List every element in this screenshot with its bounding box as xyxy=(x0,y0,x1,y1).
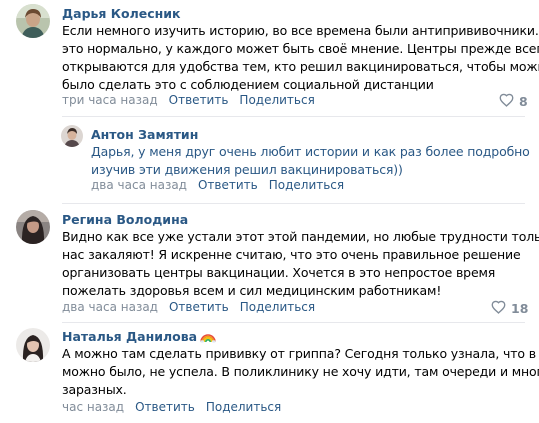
reply-button[interactable]: Ответить xyxy=(169,300,229,314)
comment-text: Если немного изучить историю, во все вре… xyxy=(62,22,539,94)
comment-author[interactable]: Антон Замятин xyxy=(91,127,198,142)
reply-button[interactable]: Ответить xyxy=(169,93,229,107)
comment-author[interactable]: Дарья Колесник xyxy=(62,6,181,21)
comment-line: Видно как все уже устали этот этой панде… xyxy=(62,229,539,244)
comment-line: можно было, не успела. В поликлинику не … xyxy=(62,364,539,379)
comment-meta: час назад Ответить Поделиться xyxy=(62,400,281,414)
comment-line: пожелать здоровья всем и сил медицинским… xyxy=(62,283,442,298)
comment-text: А можно там сделать прививку от гриппа? … xyxy=(62,345,539,399)
comment-timestamp[interactable]: три часа назад xyxy=(62,93,158,107)
like-count: 18 xyxy=(511,301,529,316)
comment-line: Дарья, у меня друг очень любит истории и… xyxy=(91,143,530,161)
avatar[interactable] xyxy=(16,4,50,38)
rainbow-emoji-icon xyxy=(200,330,216,346)
comment-meta: три часа назад Ответить Поделиться xyxy=(62,93,315,107)
avatar[interactable] xyxy=(61,125,83,147)
comment-line-text: , у меня друг очень любит истории и как … xyxy=(130,144,530,159)
comment-timestamp[interactable]: два часа назад xyxy=(91,178,187,192)
comment-text: Видно как все уже устали этот этой панде… xyxy=(62,228,539,300)
reply-addressee[interactable]: Дарья xyxy=(91,144,131,159)
share-button[interactable]: Поделиться xyxy=(240,300,315,314)
comment-timestamp[interactable]: два часа назад xyxy=(62,300,158,314)
like-button[interactable]: 8 xyxy=(499,93,528,110)
comment-timestamp[interactable]: час назад xyxy=(62,400,124,414)
comment-line: это нормально, у каждого может быть своё… xyxy=(62,41,539,56)
comment-text: Дарья, у меня друг очень любит истории и… xyxy=(91,143,530,179)
comment-line: заразных. xyxy=(62,382,127,397)
share-button[interactable]: Поделиться xyxy=(206,400,281,414)
comment-line: изучив эти движения решил вакцинироватьс… xyxy=(91,162,403,177)
reply-button[interactable]: Ответить xyxy=(135,400,195,414)
comment-line: открываются для удобства тем, кто решил … xyxy=(62,59,539,74)
comment-line: Если немного изучить историю, во все вре… xyxy=(62,23,539,38)
comment-line: нас закаляют! Я искренне считаю, что это… xyxy=(62,247,521,262)
comment-line: А можно там сделать прививку от гриппа? … xyxy=(62,346,539,361)
avatar[interactable] xyxy=(16,210,50,244)
comment-author[interactable]: Наталья Данилова xyxy=(62,329,216,346)
share-button[interactable]: Поделиться xyxy=(269,178,344,192)
reply-button[interactable]: Ответить xyxy=(198,178,258,192)
author-name: Наталья Данилова xyxy=(62,329,198,344)
divider xyxy=(62,322,525,323)
share-button[interactable]: Поделиться xyxy=(239,93,314,107)
divider xyxy=(62,116,525,117)
avatar[interactable] xyxy=(16,328,50,362)
like-count: 8 xyxy=(519,94,528,109)
comment-meta: два часа назад Ответить Поделиться xyxy=(91,178,344,192)
divider xyxy=(62,203,525,204)
like-button[interactable]: 18 xyxy=(491,300,528,317)
comment-line: организовать центры вакцинации. Хочется … xyxy=(62,265,496,280)
heart-icon xyxy=(499,93,514,110)
comment-meta: два часа назад Ответить Поделиться xyxy=(62,300,315,314)
comment-author[interactable]: Регина Володина xyxy=(62,212,188,227)
heart-icon xyxy=(491,300,506,317)
comment-line: было сделать это с соблюдением социально… xyxy=(62,77,434,92)
